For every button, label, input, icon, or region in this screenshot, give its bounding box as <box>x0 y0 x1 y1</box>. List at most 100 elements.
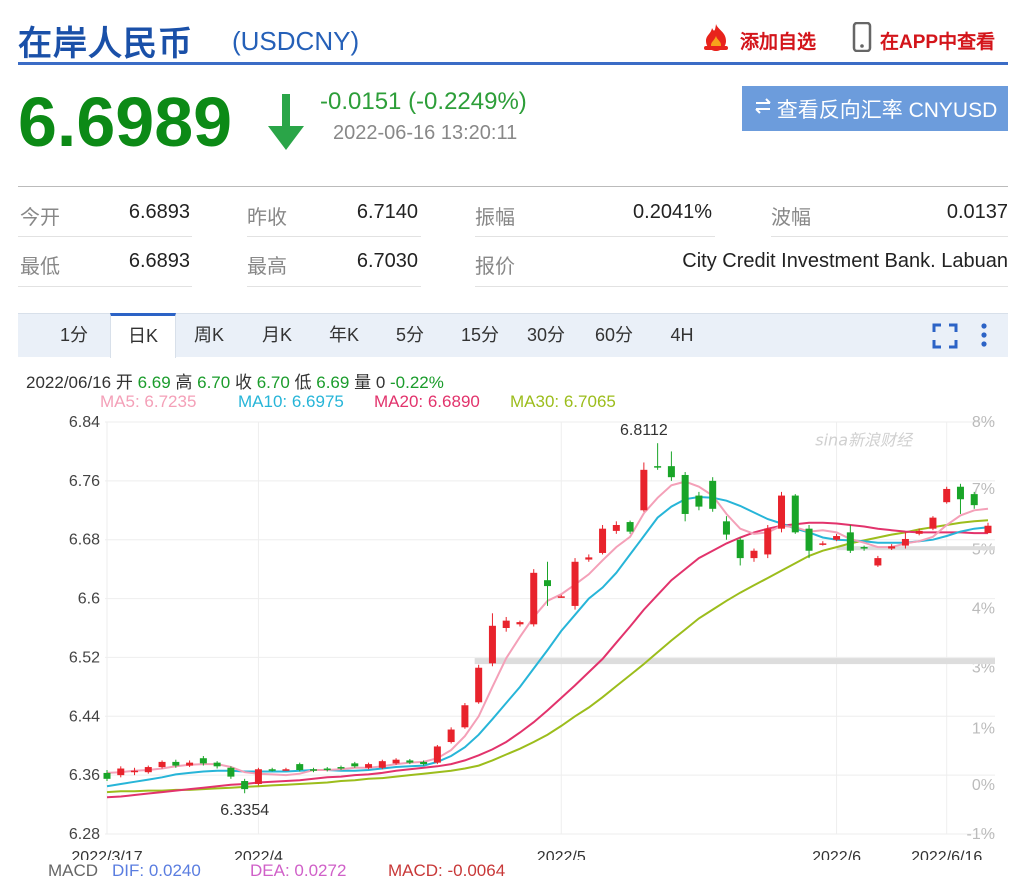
candle-down <box>103 772 111 779</box>
y-tick-label: 6.28 <box>69 826 100 843</box>
candle-up <box>750 550 758 559</box>
candle-up <box>599 528 607 553</box>
candle-down <box>846 532 854 551</box>
stat-quote-source: City Credit Investment Bank. Labuan <box>682 250 1008 272</box>
tab-daily-k[interactable]: 日K <box>110 313 176 358</box>
support-band <box>474 658 995 665</box>
candle-down <box>970 494 978 506</box>
candle-down <box>406 760 414 763</box>
candle-up <box>186 762 194 766</box>
tab-60min[interactable]: 60分 <box>584 314 644 357</box>
pct-tick-label: 8% <box>972 414 995 431</box>
fullscreen-icon[interactable] <box>932 323 958 354</box>
candle-down <box>268 769 276 771</box>
bar-info: 2022/06/16 开 6.69 高 6.70 收 6.70 低 6.69 量… <box>26 368 444 393</box>
page-header: 在岸人民币 (USDCNY) 添加自选 在APP中查看 <box>18 8 1008 64</box>
candle-up <box>929 517 937 529</box>
candle-down <box>736 539 744 559</box>
tab-30min[interactable]: 30分 <box>516 314 576 357</box>
add-watch-button[interactable]: 添加自选 <box>700 22 816 58</box>
candle-up <box>488 625 496 664</box>
period-tabs: 1分 日K 周K 月K 年K 5分 15分 30分 60分 4H <box>18 313 1008 358</box>
tab-5min[interactable]: 5分 <box>382 314 438 357</box>
candle-up <box>365 764 373 768</box>
candle-down <box>654 466 662 468</box>
candle-up <box>433 746 441 763</box>
x-tick-label: 2022/4 <box>234 849 283 860</box>
candle-down <box>805 528 813 551</box>
stat-low-value: 6.6893 <box>128 250 190 272</box>
candle-down <box>296 764 304 770</box>
pct-tick-label: -1% <box>967 826 995 843</box>
y-tick-label: 6.76 <box>69 473 100 490</box>
stat-row-line <box>771 236 1008 237</box>
candle-up <box>984 525 992 534</box>
add-watch-label: 添加自选 <box>740 31 817 53</box>
candle-down <box>227 767 235 777</box>
reverse-rate-button[interactable]: 查看反向汇率 CNYUSD <box>742 86 1008 131</box>
bar-low: 6.69 <box>316 373 350 392</box>
view-in-app-label: 在APP中查看 <box>880 31 996 53</box>
candle-up <box>254 769 262 784</box>
bar-open: 6.69 <box>137 373 171 392</box>
candle-down <box>626 522 634 532</box>
sina-watermark: sina新浪财经 <box>815 430 914 449</box>
candle-down <box>213 762 221 767</box>
candle-up <box>282 769 290 771</box>
candle-down <box>956 486 964 500</box>
candle-down <box>337 767 345 769</box>
candle-down <box>681 474 689 514</box>
candle-up <box>461 705 469 728</box>
price-annotation: 6.3354 <box>220 802 269 819</box>
candle-up <box>447 729 455 743</box>
ma20-legend: MA20: 6.6890 <box>374 392 480 411</box>
candle-up <box>585 557 593 560</box>
bar-date: 2022/06/16 <box>26 373 112 392</box>
candle-down <box>309 769 317 771</box>
stat-volatility-value: 0.0137 <box>946 201 1008 223</box>
y-tick-label: 6.6 <box>78 591 100 608</box>
kline-chart[interactable]: 6.846.766.686.66.526.446.366.288%7%5%4%3… <box>0 410 1024 860</box>
bar-close: 6.70 <box>256 373 290 392</box>
phone-icon <box>852 21 872 58</box>
pct-tick-label: 5% <box>972 542 995 559</box>
candle-up <box>144 767 152 773</box>
tab-15min[interactable]: 15分 <box>450 314 510 357</box>
header-divider <box>18 62 1008 65</box>
candle-down <box>709 480 717 509</box>
x-tick-label: 2022/5 <box>537 849 586 860</box>
candle-down <box>544 580 551 587</box>
dif-legend: DIF: 0.0240 <box>112 861 201 880</box>
bar-vol: 0 <box>375 373 386 392</box>
stat-prev-close-label: 昨收 <box>247 207 287 229</box>
candle-down <box>172 761 180 766</box>
tab-4h[interactable]: 4H <box>654 314 710 357</box>
candle-up <box>943 488 951 503</box>
more-vertical-icon[interactable] <box>978 322 990 355</box>
candle-up <box>571 561 579 606</box>
view-in-app-button[interactable]: 在APP中查看 <box>852 21 996 58</box>
stat-amplitude-value: 0.2041% <box>633 201 712 223</box>
stat-row-line <box>18 236 192 237</box>
y-tick-label: 6.68 <box>69 532 100 549</box>
ma30-line <box>106 519 989 794</box>
stat-volatility-label: 波幅 <box>771 207 811 229</box>
candle-down <box>791 495 799 533</box>
price-annotation: 6.8112 <box>620 422 668 439</box>
tab-1min[interactable]: 1分 <box>46 314 102 357</box>
y-tick-label: 6.52 <box>69 649 100 666</box>
candle-up <box>516 622 524 625</box>
x-tick-label: 2022/6/16 <box>911 849 982 860</box>
candle-up <box>502 620 510 628</box>
candle-up <box>158 761 166 768</box>
tab-weekly-k[interactable]: 周K <box>178 314 240 357</box>
candle-down <box>199 758 207 764</box>
y-tick-label: 6.84 <box>69 414 100 431</box>
bar-high-label: 高 <box>175 373 193 392</box>
tab-yearly-k[interactable]: 年K <box>313 314 375 357</box>
candle-up <box>833 536 841 540</box>
tab-monthly-k[interactable]: 月K <box>246 314 308 357</box>
stat-high-label: 最高 <box>247 256 287 278</box>
candle-down <box>241 781 249 790</box>
stat-row-line <box>18 286 192 287</box>
